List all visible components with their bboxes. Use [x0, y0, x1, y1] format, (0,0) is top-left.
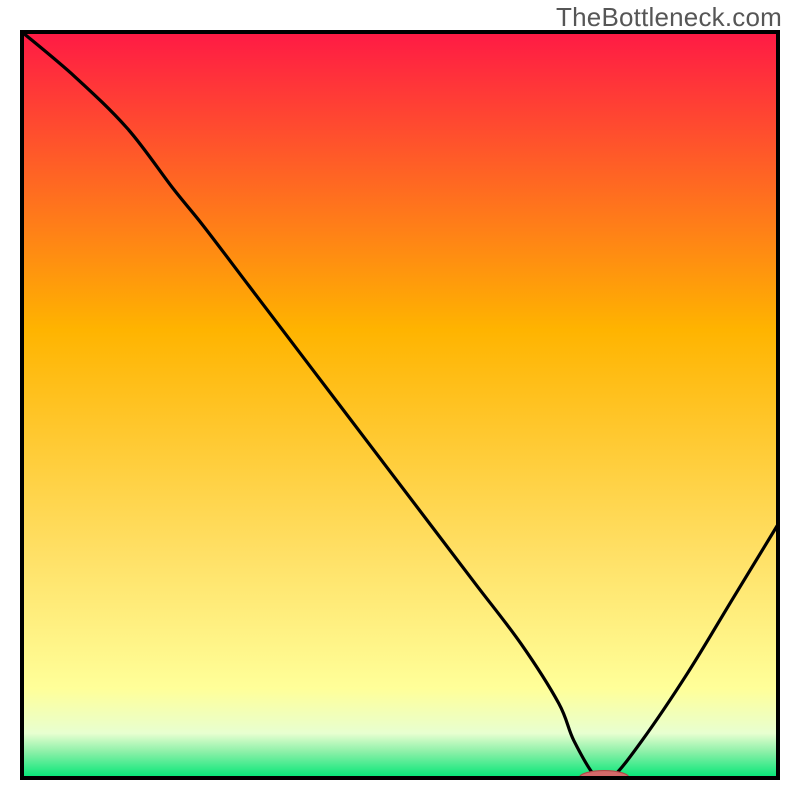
plot-background [22, 32, 778, 778]
bottleneck-chart [0, 0, 800, 800]
